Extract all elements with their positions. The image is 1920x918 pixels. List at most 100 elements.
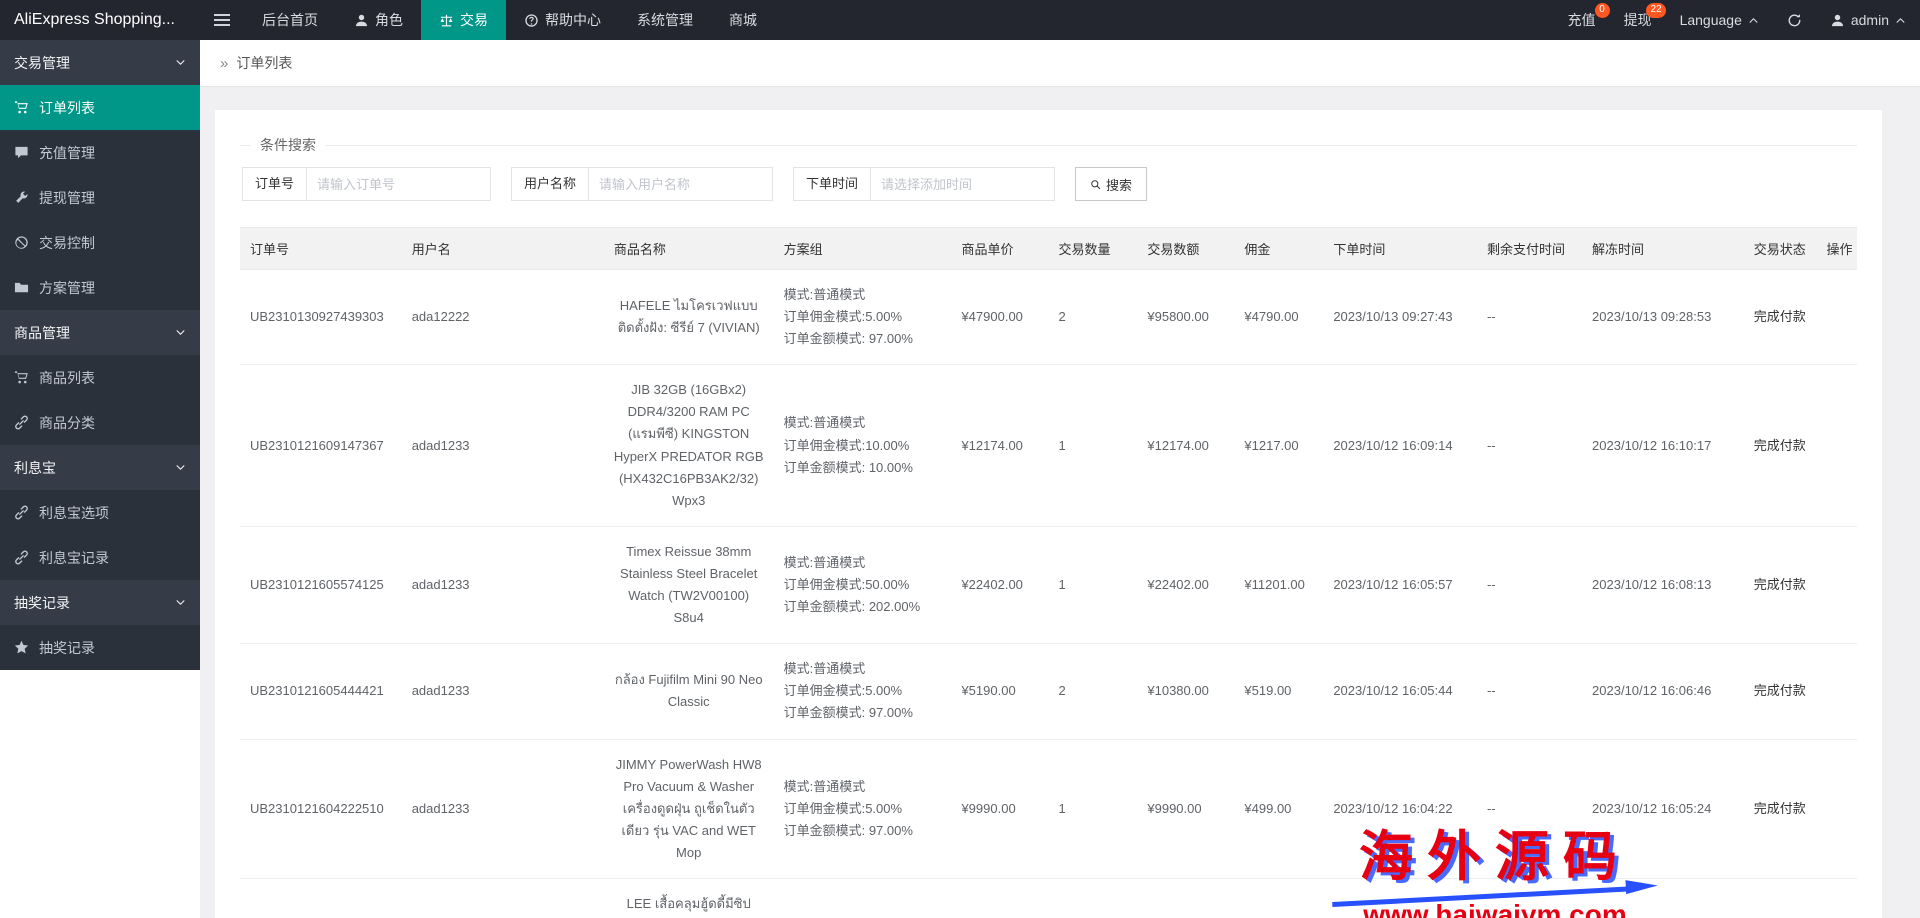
cell-order-time: 2023/10/12 15:50:29 — [1323, 878, 1477, 918]
cell-order-time: 2023/10/12 16:05:57 — [1323, 526, 1477, 645]
cell-unfreeze-time: 2023/10/12 15:51:32 — [1582, 878, 1744, 918]
table-row: UB2310130927439303 ada12222 HAFELE ไมโคร… — [240, 269, 1857, 366]
cell-username: adad1233 — [401, 643, 604, 740]
refresh-icon — [1787, 13, 1802, 28]
cell-status: 完成付款 — [1743, 643, 1817, 740]
sidebar-group-trade-management[interactable]: 交易管理 — [0, 40, 200, 85]
top-menu: 后台首页 角色 交易 帮助中心 系统管理 商城 — [244, 0, 775, 40]
breadcrumb-icon: » — [220, 54, 229, 72]
cell-order-no: UB2310121605574125 — [240, 526, 402, 645]
recharge-badge: 0 — [1594, 3, 1610, 18]
cell-product-name: กล้อง Fujifilm Mini 90 Neo Classic — [603, 643, 774, 740]
cell-plan-group: 模式:普通模式 订单佣金模式:5.00% 订单金额模式: 97.00% — [773, 643, 952, 740]
sidebar-item-withdraw-management[interactable]: 提现管理 — [0, 175, 200, 220]
scale-icon — [439, 13, 454, 28]
admin-dropdown[interactable]: admin — [1816, 0, 1920, 40]
cell-username: adad1233 — [401, 739, 604, 879]
cell-unit-price: ¥47900.00 — [951, 269, 1049, 366]
tab-backend-home[interactable]: 后台首页 — [244, 0, 336, 40]
sidebar-group-interest-treasure[interactable]: 利息宝 — [0, 445, 200, 490]
brand-title: AliExpress Shopping... — [14, 11, 175, 28]
header-action: 操作 — [1816, 227, 1857, 270]
table-row: UB2310121605444421 adad1233 กล้อง Fujifi… — [240, 643, 1857, 740]
cell-amount: ¥10380.00 — [1137, 643, 1235, 740]
language-dropdown[interactable]: Language — [1666, 0, 1773, 40]
cell-quantity: 1 — [1048, 364, 1138, 527]
sidebar-item-product-category[interactable]: 商品分类 — [0, 400, 200, 445]
cell-remaining-pay-time: -- — [1476, 269, 1583, 366]
order-no-input[interactable] — [306, 167, 492, 201]
cell-plan-group: 模式:普通模式 订单佣金模式:5.00% 订单金额模式: 97.00% — [773, 269, 952, 366]
tab-system-management[interactable]: 系统管理 — [619, 0, 711, 40]
order-list-card: 条件搜索 订单号 用户名称 下单时间 — [215, 110, 1882, 918]
cell-order-time: 2023/10/12 16:05:44 — [1323, 643, 1477, 740]
cell-status: 完成付款 — [1743, 526, 1817, 645]
chevron-down-icon — [175, 57, 186, 68]
search-form: 订单号 用户名称 下单时间 搜索 — [242, 167, 1857, 201]
sidebar-item-interest-records[interactable]: 利息宝记录 — [0, 535, 200, 580]
hamburger-icon — [214, 14, 230, 16]
header-commission: 佣金 — [1234, 227, 1324, 270]
chevron-down-icon — [175, 462, 186, 473]
tab-roles[interactable]: 角色 — [336, 0, 421, 40]
cell-unit-price: ¥5190.00 — [951, 643, 1049, 740]
cell-product-name: Timex Reissue 38mm Stainless Steel Brace… — [603, 526, 774, 645]
cell-amount: ¥9990.00 — [1137, 739, 1235, 879]
cell-commission: ¥519.00 — [1234, 643, 1324, 740]
table-row: UB2310121604222510 adad1233 JIMMY PowerW… — [240, 739, 1857, 879]
sidebar-item-plan-management[interactable]: 方案管理 — [0, 265, 200, 310]
cell-quantity: 1 — [1048, 878, 1138, 918]
username-group: 用户名称 — [511, 167, 774, 201]
header-username: 用户名 — [401, 227, 604, 270]
sidebar-item-trade-control[interactable]: 交易控制 — [0, 220, 200, 265]
sidebar-item-interest-options[interactable]: 利息宝选项 — [0, 490, 200, 535]
cell-action — [1816, 526, 1857, 645]
sidebar-group-product-management[interactable]: 商品管理 — [0, 310, 200, 355]
tab-mall[interactable]: 商城 — [711, 0, 775, 40]
sidebar-item-product-list[interactable]: 商品列表 — [0, 355, 200, 400]
search-button[interactable]: 搜索 — [1075, 167, 1148, 201]
cell-amount: ¥12174.00 — [1137, 364, 1235, 527]
cell-plan-group: 模式:普通模式 订单佣金模式:10.00% 订单金额模式: 10.00% — [773, 364, 952, 527]
cell-quantity: 2 — [1048, 643, 1138, 740]
cell-commission: ¥1217.00 — [1234, 364, 1324, 527]
cell-unfreeze-time: 2023/10/12 16:05:24 — [1582, 739, 1744, 879]
sidebar-item-recharge-management[interactable]: 充值管理 — [0, 130, 200, 175]
tab-trade[interactable]: 交易 — [421, 0, 506, 40]
username-input[interactable] — [588, 167, 774, 201]
header-unfreeze-time: 解冻时间 — [1582, 227, 1744, 270]
withdraw-button[interactable]: 提现 22 — [1610, 0, 1666, 40]
breadcrumb-label: 订单列表 — [236, 55, 293, 71]
comment-icon — [14, 145, 29, 160]
sidebar-item-lottery-records[interactable]: 抽奖记录 — [0, 625, 200, 670]
cell-action — [1816, 878, 1857, 918]
header-amount: 交易数额 — [1137, 227, 1235, 270]
header-quantity: 交易数量 — [1048, 227, 1138, 270]
cell-username: ada12222 — [401, 269, 604, 366]
cell-plan-group: 模式:普通模式 订单佣金模式:5.00% 订单金额模式: 97.00% — [773, 739, 952, 879]
cell-commission: ¥4790.00 — [1234, 269, 1324, 366]
cell-action — [1816, 269, 1857, 366]
sidebar-menu: 交易管理 订单列表 充值管理 提现管理 交易控制 方案管理 商品管理 商品列表 … — [0, 40, 200, 670]
sidebar-group-lottery-records[interactable]: 抽奖记录 — [0, 580, 200, 625]
cell-action — [1816, 739, 1857, 879]
refresh-button[interactable] — [1773, 0, 1816, 40]
table-row: UB2310121609147367 adad1233 JIB 32GB (16… — [240, 364, 1857, 527]
cell-unfreeze-time: 2023/10/13 09:28:53 — [1582, 269, 1744, 366]
order-time-input[interactable] — [870, 167, 1056, 201]
folder-icon — [14, 280, 29, 295]
search-fieldset: 条件搜索 — [240, 135, 1857, 155]
cell-order-time: 2023/10/12 16:09:14 — [1323, 364, 1477, 527]
cell-order-time: 2023/10/12 16:04:22 — [1323, 739, 1477, 879]
sidebar-toggle-button[interactable] — [200, 0, 244, 40]
recharge-button[interactable]: 充值 0 — [1554, 0, 1610, 40]
table-row: UB2310121605574125 adad1233 Timex Reissu… — [240, 526, 1857, 645]
cell-unit-price: ¥999.00 — [951, 878, 1049, 918]
cell-plan-group: 模式:普通模式 订单佣金模式:50.00% 订单金额模式: 202.00% — [773, 526, 952, 645]
cell-unfreeze-time: 2023/10/12 16:08:13 — [1582, 526, 1744, 645]
tab-help-center[interactable]: 帮助中心 — [506, 0, 619, 40]
sidebar-item-order-list[interactable]: 订单列表 — [0, 85, 200, 130]
cell-status: 完成付款 — [1743, 739, 1817, 879]
cell-commission: ¥99.00 — [1234, 878, 1324, 918]
withdraw-badge: 22 — [1646, 3, 1666, 18]
